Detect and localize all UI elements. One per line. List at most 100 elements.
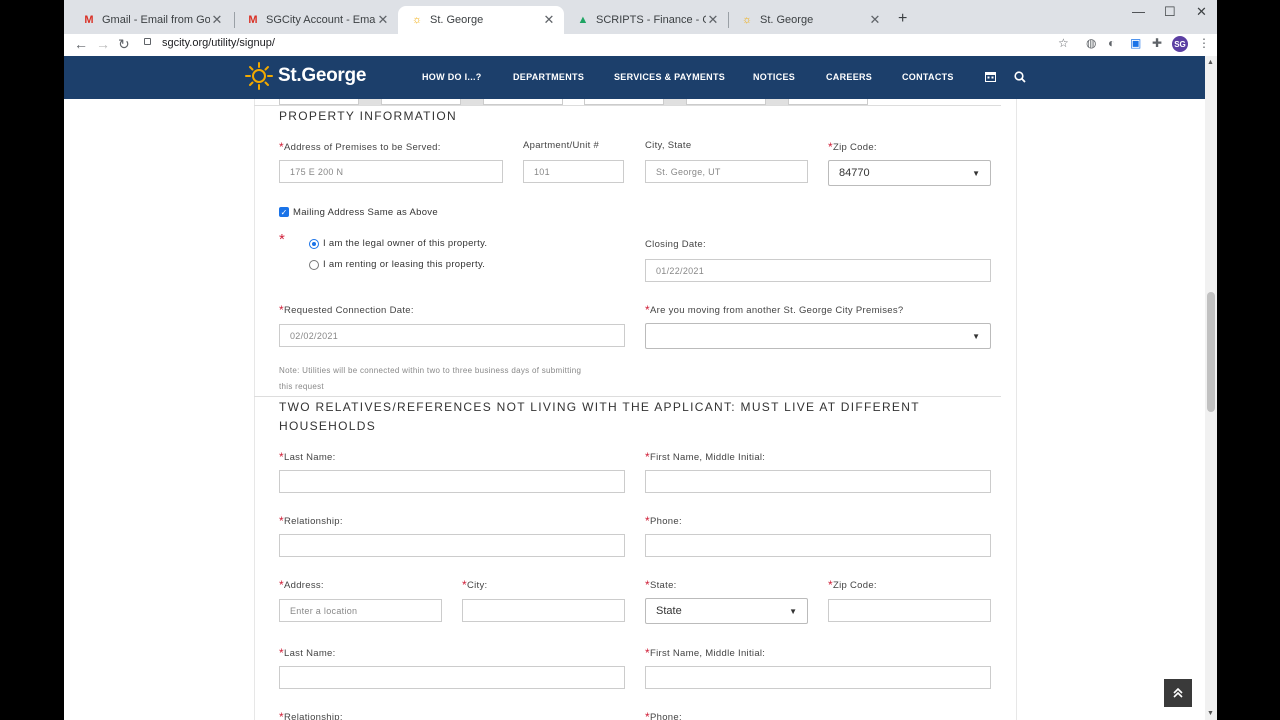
zip-label: *Zip Code:	[828, 140, 877, 154]
ref2-first-name-input[interactable]	[645, 666, 991, 689]
sun-logo-icon[interactable]	[244, 61, 274, 91]
chevron-down-icon: ▼	[789, 606, 797, 616]
ref1-zip-label: *Zip Code:	[828, 578, 877, 592]
section-title-references: TWO RELATIVES/REFERENCES NOT LIVING WITH…	[279, 398, 920, 436]
extension-icon[interactable]: ◍	[1086, 36, 1096, 50]
ownership-required: *	[279, 231, 285, 248]
ref1-relationship-input[interactable]	[279, 534, 625, 557]
connection-date-input[interactable]: 02/02/2021	[279, 324, 625, 347]
unit-input[interactable]: 101	[523, 160, 624, 183]
nav-how-do-i[interactable]: HOW DO I...?	[422, 72, 482, 82]
ref2-relationship-label: *Relationship:	[279, 710, 343, 720]
sun-icon: ☼	[741, 14, 753, 26]
renting-option-label: I am renting or leasing this property.	[323, 259, 486, 270]
moving-select[interactable]: ▼	[645, 323, 991, 349]
extension-icon[interactable]: ◐	[1108, 36, 1115, 50]
chevron-down-icon: ▼	[972, 168, 980, 178]
close-icon[interactable]: ✕	[706, 12, 720, 28]
ref2-phone-label: *Phone:	[645, 710, 682, 720]
section-divider	[254, 105, 1001, 106]
renting-radio[interactable]	[309, 260, 319, 270]
zip-select[interactable]: 84770 ▼	[828, 160, 991, 186]
tab-sgcity-account[interactable]: M SGCity Account - Email Verificatio ✕	[234, 6, 398, 34]
moving-label: *Are you moving from another St. George …	[645, 303, 904, 317]
scroll-up-icon[interactable]: ▲	[1207, 59, 1214, 66]
extension-icon[interactable]: ▣	[1130, 36, 1141, 50]
ref1-state-select[interactable]: State ▼	[645, 598, 808, 624]
minimize-icon[interactable]: —	[1132, 4, 1145, 19]
nav-departments[interactable]: DEPARTMENTS	[513, 72, 584, 82]
ref1-zip-input[interactable]	[828, 599, 991, 622]
ref1-first-name-label: *First Name, Middle Initial:	[645, 450, 766, 464]
calendar-icon[interactable]	[985, 71, 996, 85]
maximize-icon[interactable]: ☐	[1164, 4, 1176, 20]
tab-title: St. George	[430, 14, 484, 26]
drive-icon: ▲	[577, 14, 589, 26]
nav-contacts[interactable]: CONTACTS	[902, 72, 954, 82]
section-divider	[254, 396, 1001, 397]
new-tab-icon[interactable]: +	[898, 10, 907, 28]
note-line: this request	[279, 382, 324, 391]
ref1-city-input[interactable]	[462, 599, 625, 622]
owner-option-label: I am the legal owner of this property.	[323, 238, 488, 249]
mailing-same-checkbox[interactable]: ✓	[279, 207, 289, 217]
ref1-city-label: *City:	[462, 578, 488, 592]
back-arrow-icon[interactable]: ←	[74, 36, 88, 52]
zip-selected-value: 84770	[839, 167, 870, 179]
tab-st-george-active[interactable]: ☼ St. George ✕	[398, 6, 564, 34]
tab-gmail[interactable]: M Gmail - Email from Google ✕	[70, 6, 232, 34]
site-logo[interactable]: St.George	[278, 65, 366, 87]
close-icon[interactable]: ✕	[542, 12, 556, 28]
ref2-last-name-label: *Last Name:	[279, 646, 336, 660]
window-close-icon[interactable]: ✕	[1196, 4, 1207, 20]
chevron-down-icon: ▼	[972, 331, 980, 341]
back-to-top-button[interactable]	[1164, 679, 1192, 707]
close-icon[interactable]: ✕	[868, 12, 882, 28]
tab-scripts-drive[interactable]: ▲ SCRIPTS - Finance - Google Drive ✕	[564, 6, 728, 34]
page-content: PROPERTY INFORMATION *Address of Premise…	[64, 99, 1205, 720]
owner-radio[interactable]	[309, 239, 319, 249]
ref1-address-input[interactable]: Enter a location	[279, 599, 442, 622]
sun-icon: ☼	[411, 14, 423, 26]
connection-date-label: *Requested Connection Date:	[279, 303, 414, 317]
ref1-phone-input[interactable]	[645, 534, 991, 557]
nav-notices[interactable]: NOTICES	[753, 72, 795, 82]
address-input[interactable]: 175 E 200 N	[279, 160, 503, 183]
ref1-address-label: *Address:	[279, 578, 324, 592]
tab-title: St. George	[760, 14, 814, 26]
ref1-state-label: *State:	[645, 578, 677, 592]
close-icon[interactable]: ✕	[210, 12, 224, 28]
nav-services-payments[interactable]: SERVICES & PAYMENTS	[614, 72, 725, 82]
url-text: sgcity.org/utility/signup/	[162, 37, 275, 49]
menu-dots-icon[interactable]: ⋮	[1198, 36, 1210, 50]
required-asterisk: *	[279, 231, 286, 248]
ref2-last-name-input[interactable]	[279, 666, 625, 689]
title-line: HOUSEHOLDS	[279, 419, 377, 433]
close-icon[interactable]: ✕	[376, 12, 390, 28]
closing-date-label: Closing Date:	[645, 239, 706, 250]
page-scrollbar[interactable]: ▲ ▼	[1205, 56, 1217, 720]
forward-arrow-icon[interactable]: →	[96, 36, 110, 52]
connection-note: Note: Utilities will be connected within…	[279, 363, 581, 395]
profile-avatar[interactable]: SG	[1172, 36, 1188, 52]
nav-careers[interactable]: CAREERS	[826, 72, 872, 82]
tab-st-george[interactable]: ☼ St. George ✕	[728, 6, 890, 34]
site-header: St.George HOW DO I...? DEPARTMENTS SERVI…	[64, 56, 1205, 99]
gmail-icon: M	[84, 14, 94, 26]
city-state-input[interactable]: St. George, UT	[645, 160, 808, 183]
ref1-last-name-input[interactable]	[279, 470, 625, 493]
closing-date-input[interactable]: 01/22/2021	[645, 259, 991, 282]
search-icon[interactable]	[1014, 71, 1026, 86]
address-bar[interactable]: sgcity.org/utility/signup/	[140, 34, 1080, 54]
scroll-thumb[interactable]	[1207, 292, 1215, 412]
ref1-relationship-label: *Relationship:	[279, 514, 343, 528]
tab-title: SGCity Account - Email Verificatio	[266, 14, 376, 26]
scroll-down-icon[interactable]: ▼	[1207, 710, 1214, 717]
puzzle-icon[interactable]: ✚	[1152, 36, 1162, 50]
double-chevron-up-icon	[1173, 688, 1183, 698]
ref1-first-name-input[interactable]	[645, 470, 991, 493]
address-label: *Address of Premises to be Served:	[279, 140, 441, 154]
ref1-last-name-label: *Last Name:	[279, 450, 336, 464]
bookmark-star-icon[interactable]: ☆	[1058, 36, 1069, 50]
reload-icon[interactable]: ↻	[118, 36, 130, 53]
